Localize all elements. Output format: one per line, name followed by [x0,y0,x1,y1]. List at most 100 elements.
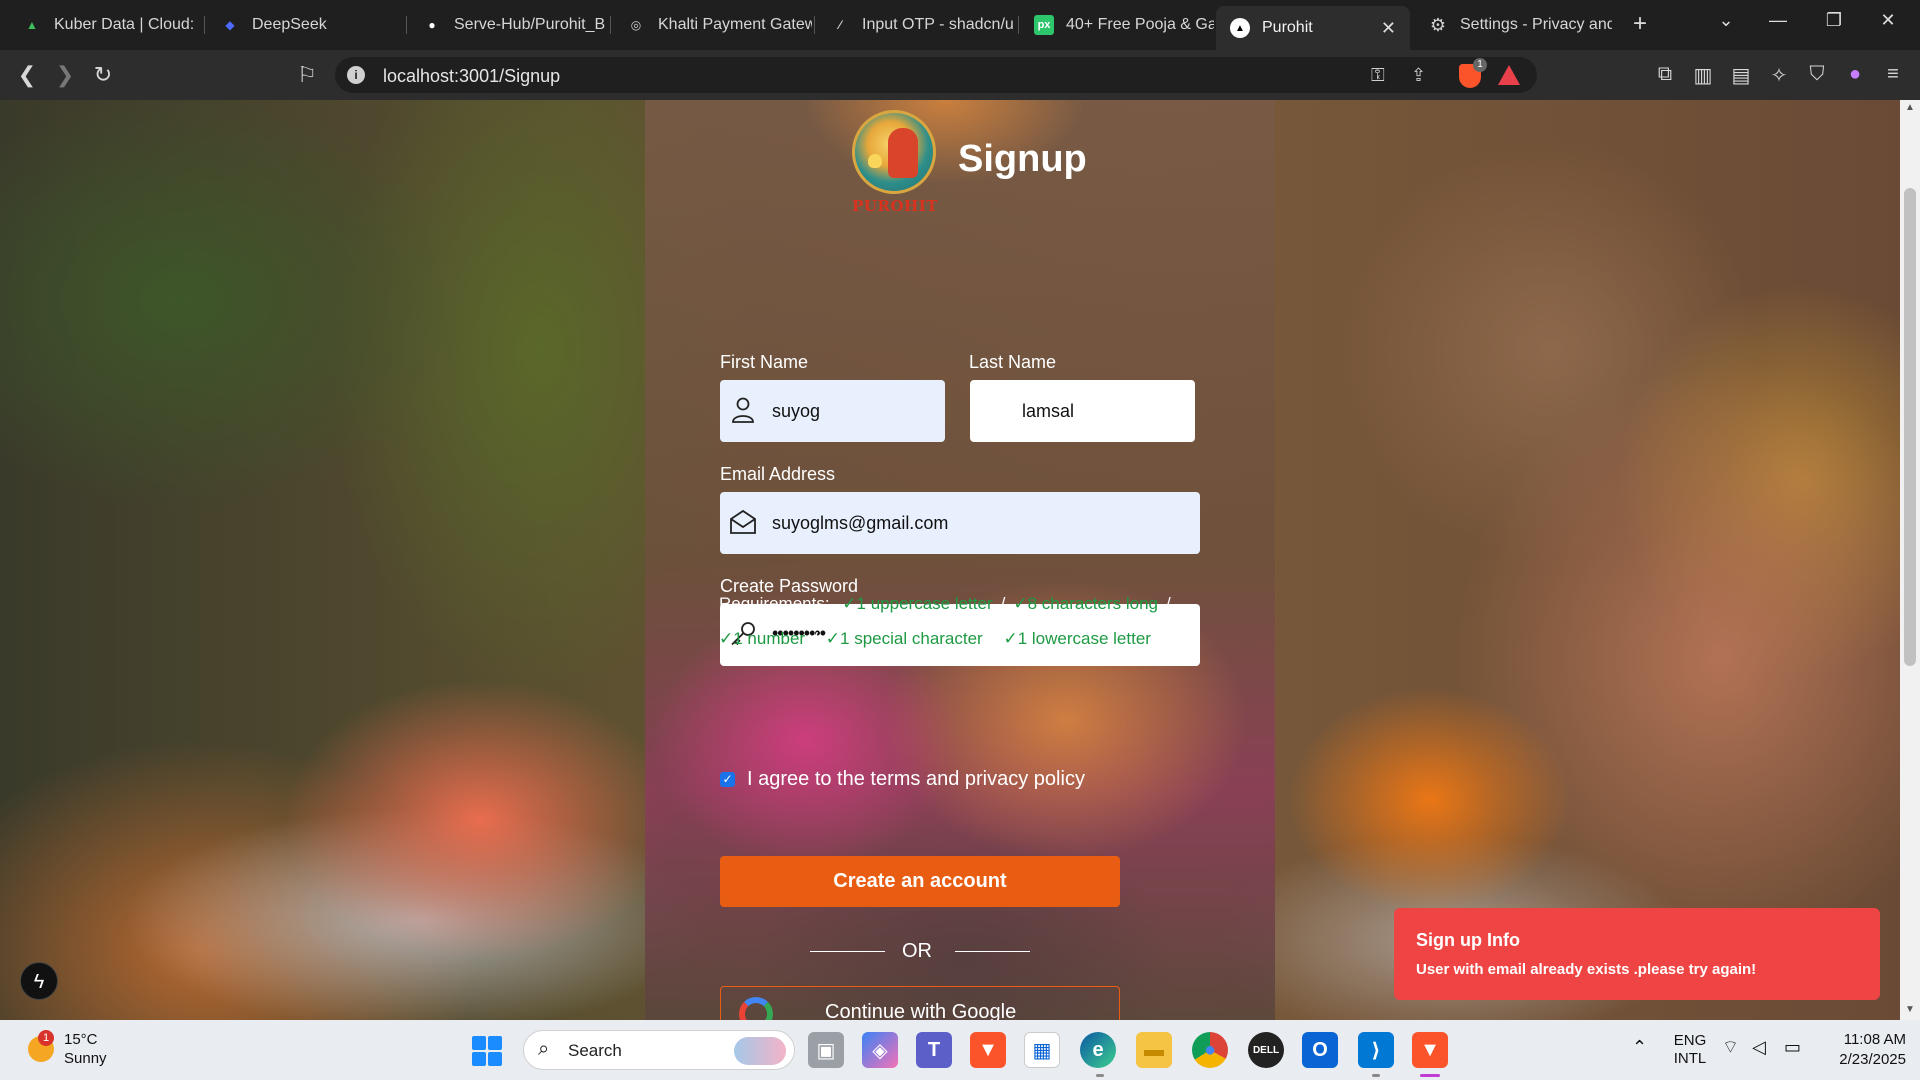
deepseek-whale-icon: ◆ [225,18,235,32]
close-tab-icon[interactable]: ✕ [1381,18,1396,39]
tab-pixabay[interactable]: px 40+ Free Pooja & Ga [1020,6,1214,44]
signup-error-toast[interactable]: Sign up Info User with email already exi… [1394,908,1880,1000]
task-view-icon[interactable]: ▣ [808,1032,844,1068]
tab-khalti[interactable]: ◎ Khalti Payment Gatew [612,6,812,44]
chrome-icon[interactable]: ● [1192,1032,1228,1068]
language-line1: ENG [1673,1032,1707,1049]
req-length: ✓8 characters long [1013,594,1159,613]
edge-icon[interactable]: e [1080,1032,1116,1068]
tab-separator [204,16,205,34]
tab-deepseek[interactable]: ◆ DeepSeek [206,6,402,44]
taskbar-search[interactable]: ⌕ Search [523,1030,795,1070]
req-separator: / [990,629,996,648]
outlook-icon[interactable]: O [1302,1032,1338,1068]
brave-nightly-icon[interactable]: ▼ [1412,1032,1448,1068]
windows-start-icon[interactable] [472,1036,502,1066]
vscode-icon[interactable]: ⟩ [1358,1032,1394,1068]
req-separator: / [1000,594,1006,613]
dell-icon[interactable]: DELL [1248,1032,1284,1068]
divider-line [955,951,1030,952]
teams-icon[interactable]: T [916,1032,952,1068]
tab-separator [610,16,611,34]
tab-search-chevron-icon[interactable]: ⌄ [1706,10,1746,31]
brave-icon[interactable]: ▼ [970,1032,1006,1068]
extensions-icon[interactable]: ⧉ [1652,63,1678,86]
share-icon[interactable]: ⇪ [1411,65,1426,86]
forward-icon[interactable]: ❯ [50,62,80,88]
weather-widget[interactable]: 1 15°C Sunny [28,1030,107,1068]
back-icon[interactable]: ❮ [12,62,42,88]
sidebar-icon[interactable]: ▥ [1690,63,1716,88]
browser-toolbar: ❮ ❯ ↻ ⚐ i localhost:3001/Signup ⚿ ⇪ 1 ⧉ … [0,50,1920,100]
tab-title: Serve-Hub/Purohit_B [454,16,606,33]
tab-title: Khalti Payment Gatew [658,16,812,33]
copilot-icon[interactable]: ◈ [862,1032,898,1068]
password-requirements: Requirements: ✓1 uppercase letter / ✓8 cha… [719,586,1199,656]
search-label: Search [568,1041,622,1060]
tab-title: Input OTP - shadcn/u [862,16,1014,33]
mail-icon [730,509,756,534]
khalti-icon: ◎ [630,18,642,32]
gear-icon: ⚙ [1429,14,1447,35]
tab-kuber[interactable]: ▲ Kuber Data | Cloud: M [8,6,198,44]
key-icon[interactable]: ⚿ [1371,65,1385,86]
leo-ai-icon[interactable]: ✧ [1766,63,1792,88]
vpn-icon[interactable]: ⛉ [1804,63,1830,86]
profile-icon[interactable]: ● [1842,63,1868,86]
wallet-icon[interactable]: ▤ [1728,63,1754,88]
create-account-button[interactable]: Create an account [720,856,1120,907]
brave-rewards-icon[interactable] [1498,65,1520,85]
scrollbar-thumb[interactable] [1904,188,1916,666]
last-name-value: lamsal [1022,401,1075,421]
toast-message: User with email already exists .please t… [1416,961,1757,978]
req-separator: / [813,629,818,648]
scroll-down-arrow-icon[interactable]: ▼ [1900,1004,1920,1015]
kuber-leaf-icon: ▲ [26,18,38,32]
tab-github[interactable]: ● Serve-Hub/Purohit_B [408,6,608,44]
clock-date: 2/23/2025 [1839,1051,1906,1068]
minimize-icon[interactable]: — [1758,10,1798,31]
menu-icon[interactable]: ≡ [1880,63,1906,86]
input-language[interactable]: ENG INTL [1670,1032,1710,1068]
scroll-up-arrow-icon[interactable]: ▲ [1900,102,1920,113]
req-uppercase: ✓1 uppercase letter [842,594,993,613]
reload-icon[interactable]: ↻ [88,62,118,88]
volume-icon[interactable]: ◁ [1752,1038,1766,1056]
first-name-field[interactable]: suyog [720,380,945,442]
last-name-label: Last Name [969,352,1057,372]
tab-separator [406,16,407,34]
last-name-field[interactable]: lamsal [970,380,1195,442]
show-hidden-icons-chevron-icon[interactable]: ⌃ [1632,1038,1647,1056]
email-label: Email Address [720,464,836,484]
nextjs-dev-indicator-icon[interactable]: ϟ [20,962,58,1000]
logo-text: PUROHIT [852,197,938,215]
first-name-value: suyog [772,401,821,421]
tab-shadcn[interactable]: ⁄ Input OTP - shadcn/u [816,6,1016,44]
site-info-icon[interactable]: i [347,66,365,84]
store-icon[interactable]: ▦ [1024,1032,1060,1068]
shadcn-icon: ⁄ [838,18,841,32]
page-scrollbar[interactable]: ▲ ▼ [1900,100,1920,1020]
url-text: localhost:3001/Signup [383,66,561,86]
email-field[interactable]: suyoglms@gmail.com [720,492,1200,554]
battery-icon[interactable]: ▭ [1784,1038,1801,1056]
address-bar[interactable]: i localhost:3001/Signup ⚿ ⇪ 1 [335,57,1537,93]
weather-badge: 1 [38,1030,54,1046]
bookmark-icon[interactable]: ⚐ [292,62,322,88]
system-clock[interactable]: 11:08 AM 2/23/2025 [1820,1030,1906,1070]
tab-purohit[interactable]: ▲ Purohit ✕ [1216,6,1410,50]
restore-icon[interactable]: ❐ [1814,10,1854,31]
active-app-indicator [1420,1074,1440,1077]
close-window-icon[interactable]: ✕ [1868,10,1908,31]
terms-checkbox[interactable]: ✓ [720,772,735,787]
sun-icon: 1 [28,1030,54,1062]
wifi-icon[interactable]: ⌔ [1722,1038,1739,1056]
email-value: suyoglms@gmail.com [772,513,949,533]
shield-count-badge: 1 [1473,58,1487,72]
pixabay-icon: px [1034,15,1054,35]
tab-settings[interactable]: ⚙ Settings - Privacy and [1414,6,1612,44]
req-special: ✓1 special character [825,629,983,648]
file-explorer-icon[interactable]: ▬ [1136,1032,1172,1068]
language-line2: INTL [1673,1050,1707,1067]
new-tab-button[interactable]: + [1625,10,1655,38]
